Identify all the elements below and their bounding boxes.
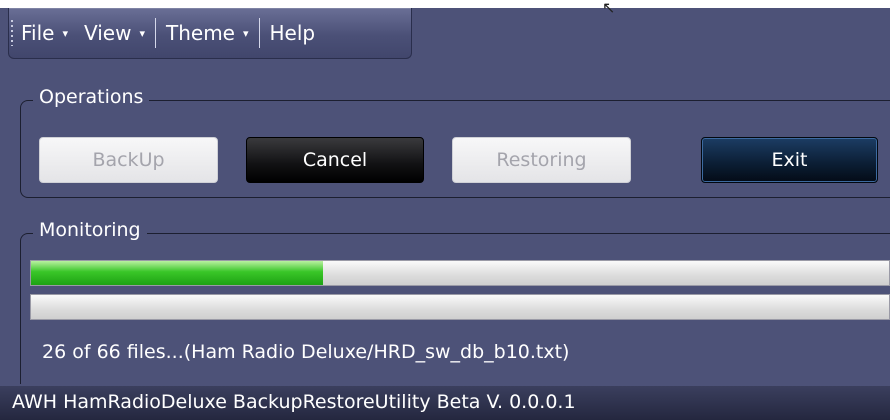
mouse-cursor-icon: ↖ (602, 0, 616, 17)
backup-button[interactable]: BackUp (39, 137, 218, 183)
chevron-down-icon: ▾ (62, 26, 68, 40)
menu-separator (155, 18, 156, 48)
menu-view-label: View (84, 21, 132, 45)
top-edge-strip (0, 0, 890, 8)
menu-bar: File ▾ View ▾ Theme ▾ Help (8, 8, 412, 59)
status-text: 26 of 66 files...(Ham Radio Deluxe/HRD_s… (42, 341, 570, 363)
menu-view[interactable]: View ▾ (76, 17, 153, 49)
chevron-down-icon: ▾ (242, 26, 249, 40)
overall-progress-fill (31, 261, 323, 285)
monitoring-title: Monitoring (33, 219, 147, 241)
menu-theme[interactable]: Theme ▾ (158, 17, 257, 49)
window-title: AWH HamRadioDeluxe BackupRestoreUtility … (12, 391, 576, 413)
menu-theme-label: Theme (166, 21, 235, 45)
window-title-bar[interactable]: AWH HamRadioDeluxe BackupRestoreUtility … (0, 386, 890, 420)
menu-file-label: File (21, 21, 55, 45)
menu-help-label: Help (269, 21, 316, 45)
exit-button[interactable]: Exit (701, 137, 878, 183)
file-progress-bar (30, 294, 890, 320)
cancel-button[interactable]: Cancel (246, 137, 424, 183)
menu-help[interactable]: Help (262, 17, 324, 49)
menu-file[interactable]: File ▾ (13, 17, 76, 49)
chevron-down-icon: ▾ (139, 26, 145, 40)
restoring-button[interactable]: Restoring (452, 137, 631, 183)
menu-separator (258, 18, 260, 48)
operations-title: Operations (33, 86, 150, 108)
overall-progress-bar (30, 260, 890, 286)
